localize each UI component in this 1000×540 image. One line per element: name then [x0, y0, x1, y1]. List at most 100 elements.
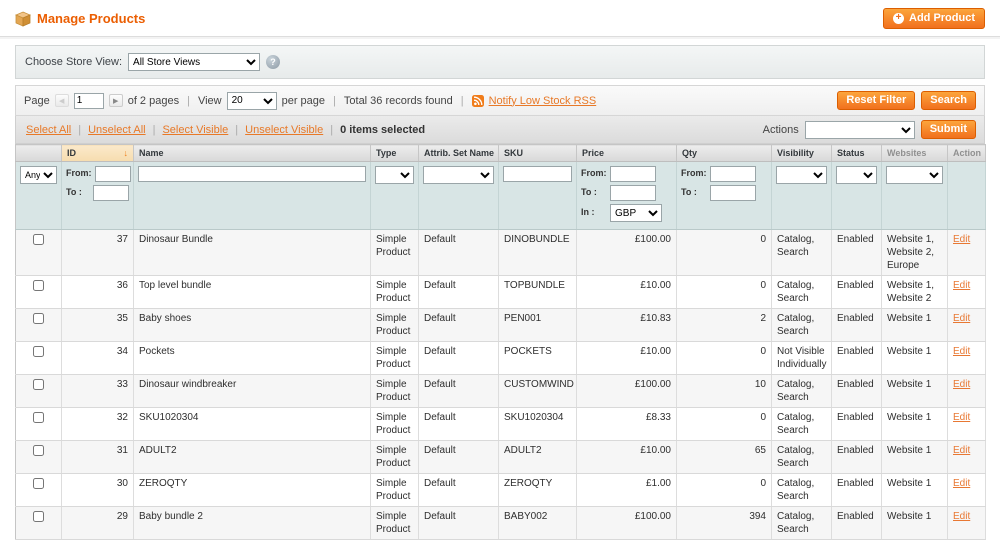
cell-type: Simple Product [371, 441, 419, 474]
row-checkbox[interactable] [33, 412, 44, 423]
qty-to-input[interactable] [710, 185, 756, 201]
product-row[interactable]: 37 Dinosaur Bundle Simple Product Defaul… [16, 230, 986, 276]
edit-link[interactable]: Edit [953, 412, 970, 423]
product-row[interactable]: 35 Baby shoes Simple Product Default PEN… [16, 309, 986, 342]
separator: | [153, 124, 156, 136]
col-header-qty[interactable]: Qty [677, 145, 772, 162]
row-checkbox[interactable] [33, 379, 44, 390]
plus-icon: + [893, 13, 904, 24]
cell-sku: POCKETS [499, 342, 577, 375]
unselect-all-link[interactable]: Unselect All [88, 124, 145, 136]
edit-link[interactable]: Edit [953, 511, 970, 522]
select-visible-link[interactable]: Select Visible [162, 124, 228, 136]
edit-link[interactable]: Edit [953, 234, 970, 245]
cell-name: Top level bundle [134, 276, 371, 309]
cell-qty: 0 [677, 276, 772, 309]
col-header-checkbox [16, 145, 62, 162]
cell-visibility: Catalog, Search [772, 507, 832, 540]
col-header-price[interactable]: Price [577, 145, 677, 162]
cell-status: Enabled [832, 342, 882, 375]
actions-select[interactable] [805, 121, 915, 139]
websites-filter-select[interactable] [886, 166, 943, 184]
col-header-name[interactable]: Name [134, 145, 371, 162]
edit-link[interactable]: Edit [953, 346, 970, 357]
cell-sku: ADULT2 [499, 441, 577, 474]
edit-link[interactable]: Edit [953, 478, 970, 489]
cell-id: 31 [62, 441, 134, 474]
qty-from-label: From: [681, 168, 707, 180]
type-filter-select[interactable] [375, 166, 414, 184]
col-header-attrib-set[interactable]: Attrib. Set Name [419, 145, 499, 162]
col-header-sku[interactable]: SKU [499, 145, 577, 162]
submit-button[interactable]: Submit [921, 120, 976, 139]
cell-attrib-set: Default [419, 441, 499, 474]
row-checkbox[interactable] [33, 478, 44, 489]
sort-desc-icon: ↓ [124, 148, 129, 158]
cell-qty: 10 [677, 375, 772, 408]
cell-name: ZEROQTY [134, 474, 371, 507]
select-all-link[interactable]: Select All [26, 124, 71, 136]
col-header-type[interactable]: Type [371, 145, 419, 162]
any-select[interactable]: Any [20, 166, 57, 184]
unselect-visible-link[interactable]: Unselect Visible [245, 124, 323, 136]
price-to-input[interactable] [610, 185, 656, 201]
next-page-button[interactable]: ▶ [109, 94, 123, 107]
qty-from-input[interactable] [710, 166, 756, 182]
row-checkbox[interactable] [33, 346, 44, 357]
edit-link[interactable]: Edit [953, 280, 970, 291]
col-header-visibility[interactable]: Visibility [772, 145, 832, 162]
help-icon[interactable]: ? [266, 55, 280, 69]
cell-attrib-set: Default [419, 408, 499, 441]
add-product-button[interactable]: + Add Product [883, 8, 985, 29]
cell-status: Enabled [832, 276, 882, 309]
product-row[interactable]: 30 ZEROQTY Simple Product Default ZEROQT… [16, 474, 986, 507]
product-row[interactable]: 29 Baby bundle 2 Simple Product Default … [16, 507, 986, 540]
attrib-set-filter-select[interactable] [423, 166, 494, 184]
visibility-filter-select[interactable] [776, 166, 827, 184]
price-currency-select[interactable]: GBP [610, 204, 662, 222]
row-checkbox[interactable] [33, 445, 44, 456]
edit-link[interactable]: Edit [953, 379, 970, 390]
cell-status: Enabled [832, 474, 882, 507]
edit-link[interactable]: Edit [953, 313, 970, 324]
search-button[interactable]: Search [921, 91, 976, 110]
product-row[interactable]: 33 Dinosaur windbreaker Simple Product D… [16, 375, 986, 408]
col-header-status[interactable]: Status [832, 145, 882, 162]
cell-visibility: Catalog, Search [772, 474, 832, 507]
page-input[interactable] [74, 93, 104, 109]
col-header-action: Action [948, 145, 986, 162]
product-row[interactable]: 36 Top level bundle Simple Product Defau… [16, 276, 986, 309]
cell-status: Enabled [832, 507, 882, 540]
col-header-id-label: ID [67, 148, 76, 158]
product-row[interactable]: 34 Pockets Simple Product Default POCKET… [16, 342, 986, 375]
col-header-id[interactable]: ID ↓ [62, 145, 134, 162]
cell-websites: Website 1 [882, 441, 948, 474]
cell-websites: Website 1 [882, 507, 948, 540]
row-checkbox[interactable] [33, 511, 44, 522]
cell-websites: Website 1 [882, 408, 948, 441]
grid-header-row: ID ↓ Name Type Attrib. Set Name SKU Pric… [16, 145, 986, 162]
low-stock-rss-link[interactable]: Notify Low Stock RSS [489, 95, 597, 107]
per-page-select[interactable]: 20 [227, 92, 277, 110]
sku-filter-input[interactable] [503, 166, 572, 182]
cell-attrib-set: Default [419, 507, 499, 540]
row-checkbox[interactable] [33, 313, 44, 324]
edit-link[interactable]: Edit [953, 445, 970, 456]
prev-page-button[interactable]: ◀ [55, 94, 69, 107]
product-row[interactable]: 32 SKU1020304 Simple Product Default SKU… [16, 408, 986, 441]
store-view-select[interactable]: All Store Views [128, 53, 260, 71]
id-from-input[interactable] [95, 166, 131, 182]
row-checkbox[interactable] [33, 280, 44, 291]
id-to-input[interactable] [93, 185, 129, 201]
page-title-wrap: Manage Products [15, 11, 145, 27]
name-filter-input[interactable] [138, 166, 366, 182]
separator: | [235, 124, 238, 136]
product-row[interactable]: 31 ADULT2 Simple Product Default ADULT2 … [16, 441, 986, 474]
reset-filter-button[interactable]: Reset Filter [837, 91, 915, 110]
cell-type: Simple Product [371, 230, 419, 276]
cell-price: £10.00 [577, 342, 677, 375]
status-filter-select[interactable] [836, 166, 877, 184]
price-from-input[interactable] [610, 166, 656, 182]
row-checkbox[interactable] [33, 234, 44, 245]
cell-type: Simple Product [371, 507, 419, 540]
